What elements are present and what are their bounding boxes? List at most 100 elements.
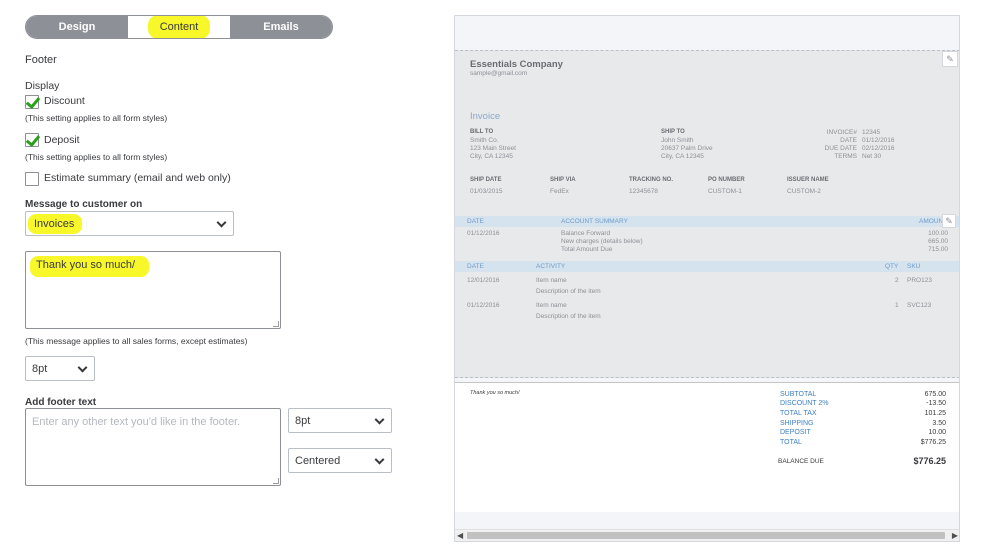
tab-content[interactable]: Content — [128, 16, 230, 38]
account-header: ACCOUNT SUMMARY — [561, 218, 628, 225]
resize-grip-icon[interactable] — [273, 321, 279, 327]
estimate-summary-checkbox[interactable] — [25, 172, 39, 186]
message-font-size-value: 8pt — [32, 362, 48, 375]
discount-checkbox[interactable] — [25, 95, 39, 109]
footer-font-size-select[interactable]: 8pt — [288, 408, 392, 433]
meta-label: INVOICE# — [826, 129, 857, 136]
shipping-value: CUSTOM-1 — [708, 188, 742, 195]
bill-to-line: City, CA 12345 — [470, 153, 513, 160]
deposit-label: Deposit — [44, 134, 80, 146]
account-date: 01/12/2016 — [467, 230, 500, 237]
account-row-label: Total Amount Due — [561, 246, 613, 253]
message-font-size-select[interactable]: 8pt — [25, 356, 95, 381]
activity-header: SKU — [907, 263, 921, 270]
bill-to-label: BILL TO — [470, 129, 494, 135]
chevron-down-icon — [216, 217, 227, 228]
deposit-checkbox[interactable] — [25, 133, 39, 147]
footer-font-size-value: 8pt — [295, 414, 311, 427]
account-header: AMOUN — [919, 218, 944, 225]
invoice-footer-message: Thank you so much/ — [470, 390, 520, 396]
chevron-down-icon — [77, 362, 88, 373]
invoice-title: Invoice — [470, 111, 501, 122]
shipping-value: FedEx — [550, 188, 569, 195]
meta-label: DUE DATE — [824, 145, 857, 152]
bill-to-line: 123 Main Street — [470, 145, 516, 152]
shipping-header: SHIP VIA — [550, 177, 576, 183]
meta-value: Net 30 — [862, 153, 882, 160]
invoice-sheet — [455, 50, 959, 378]
account-row-value: 100.00 — [928, 230, 948, 237]
tab-bar: Design Content Emails — [25, 15, 333, 39]
footer-textarea[interactable]: Enter any other text you'd like in the f… — [25, 408, 281, 486]
pencil-icon[interactable]: ✎ — [942, 51, 958, 67]
chevron-down-icon — [374, 414, 385, 425]
scroll-left-icon[interactable]: ◀ — [457, 530, 463, 541]
meta-value: 02/12/2016 — [862, 145, 895, 152]
company-name: Essentials Company — [470, 59, 563, 70]
footer-alignment-select[interactable]: Centered — [288, 448, 392, 473]
bill-to-line: Smith Co. — [470, 137, 499, 144]
company-email: sample@gmail.com — [470, 70, 528, 77]
activity-date: 01/12/2016 — [467, 302, 500, 309]
total-label: DEPOSIT — [780, 429, 811, 436]
activity-name: Item name — [536, 302, 567, 309]
total-value: $776.25 — [920, 439, 946, 446]
account-row-label: Balance Forward — [561, 230, 611, 237]
section-title: Footer — [25, 54, 57, 66]
pencil-icon[interactable]: ✎ — [942, 214, 956, 228]
meta-label: TERMS — [834, 153, 857, 160]
shipping-value: CUSTOM-2 — [787, 188, 821, 195]
tab-emails-label: Emails — [263, 21, 299, 33]
estimate-summary-label: Estimate summary (email and web only) — [44, 172, 231, 184]
account-row-label: New charges (details below) — [561, 238, 643, 245]
discount-note: (This setting applies to all form styles… — [25, 113, 168, 123]
total-value: 675.00 — [924, 391, 946, 398]
scroll-thumb[interactable] — [467, 532, 945, 539]
scroll-right-icon[interactable]: ▶ — [952, 530, 958, 541]
tab-emails[interactable]: Emails — [230, 16, 332, 38]
total-label: SUBTOTAL — [780, 391, 817, 398]
account-row-value: 715.00 — [928, 246, 948, 253]
meta-label: DATE — [840, 137, 857, 144]
total-label: TOTAL TAX — [780, 410, 817, 417]
total-label: TOTAL — [780, 439, 802, 446]
account-summary-bar — [455, 216, 959, 227]
shipping-value: 01/03/2015 — [470, 188, 503, 195]
activity-name: Item name — [536, 277, 567, 284]
activity-header: DATE — [467, 263, 484, 270]
total-label: DISCOUNT 2% — [780, 400, 829, 407]
shipping-value: 12345678 — [629, 188, 658, 195]
deposit-note: (This setting applies to all form styles… — [25, 152, 168, 162]
message-text: Thank you so much/ — [30, 256, 150, 277]
horizontal-scrollbar[interactable]: ◀ ▶ — [455, 529, 959, 541]
tab-design[interactable]: Design — [26, 16, 128, 38]
activity-header: ACTIVITY — [536, 263, 566, 270]
ship-to-line: City, CA 12345 — [661, 153, 704, 160]
message-on-value: Invoices — [28, 213, 83, 234]
balance-due-value: $776.25 — [913, 456, 946, 466]
invoice-footer-sheet — [455, 382, 959, 512]
message-textarea[interactable]: Thank you so much/ — [25, 251, 281, 329]
invoice-preview: ✎ Essentials Company sample@gmail.com In… — [454, 15, 960, 542]
activity-qty: 2 — [895, 277, 899, 284]
message-on-select[interactable]: Invoices — [25, 211, 234, 236]
footer-placeholder: Enter any other text you'd like in the f… — [32, 416, 241, 428]
meta-value: 12345 — [862, 129, 881, 136]
shipping-header: ISSUER NAME — [787, 177, 829, 183]
activity-qty: 1 — [895, 302, 899, 309]
balance-due-label: BALANCE DUE — [778, 458, 824, 465]
chevron-down-icon — [374, 454, 385, 465]
total-value: -13.50 — [926, 400, 946, 407]
resize-grip-icon[interactable] — [273, 478, 279, 484]
account-header: DATE — [467, 218, 484, 225]
activity-sku: PRO123 — [907, 277, 932, 284]
ship-to-line: John Smith — [661, 137, 694, 144]
activity-header: QTY — [885, 263, 899, 270]
shipping-header: SHIP DATE — [470, 177, 502, 183]
discount-label: Discount — [44, 95, 85, 107]
tab-design-label: Design — [58, 21, 96, 33]
shipping-header: TRACKING NO. — [629, 177, 673, 183]
meta-value: 01/12/2016 — [862, 137, 895, 144]
total-value: 101.25 — [924, 410, 946, 417]
message-label: Message to customer on — [25, 199, 143, 210]
